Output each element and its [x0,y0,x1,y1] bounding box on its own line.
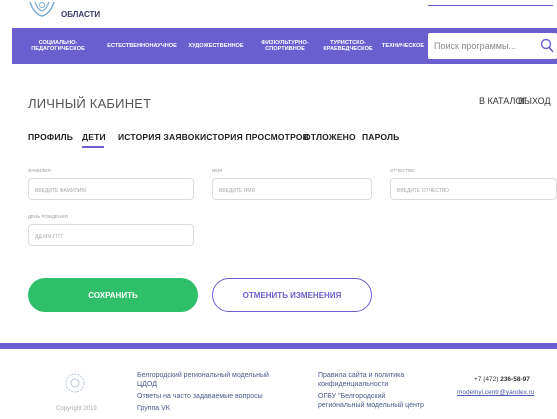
nav-item-technical[interactable]: ТЕХНИЧЕСКОЕ [374,28,432,64]
top-link[interactable] [428,0,553,6]
footer-link-privacy[interactable]: конфиденциальности [318,380,388,389]
nav-label: ТУРИСТСКО- КРАЕВЕДЧЕСКОЕ [323,39,373,53]
footer-link-faq[interactable]: Ответы на часто задаваемые вопросы [137,392,263,401]
footer-link-ogbu-cont[interactable]: региональный модельный центр [318,401,424,410]
region-text: ОБЛАСТИ [61,10,101,19]
name-field-wrapper [212,178,372,201]
footer-link-vk[interactable]: Группа VK [137,404,170,413]
footer-link-center[interactable]: Белгородский региональный модельный [137,371,269,380]
cancel-changes-button[interactable]: ОТМЕНИТЬ ИЗМЕНЕНИЯ [212,278,372,312]
nav-item-tourism[interactable]: ТУРИСТСКО- КРАЕВЕДЧЕСКОЕ [316,28,380,64]
birthday-label: ДЕНЬ РОЖДЕНИЯ [28,214,68,219]
patronymic-input[interactable] [391,181,556,201]
search-box [428,33,557,59]
phone-prefix: +7 (472) [474,376,501,383]
footer-link-rules[interactable]: Правила сайта и политика [318,371,404,380]
birthday-input[interactable] [29,227,193,247]
birthday-field-wrapper [28,224,194,247]
nav-label: ТЕХНИЧЕСКОЕ [381,42,425,49]
nav-label: ЕСТЕСТВЕННОНАУЧНОЕ [107,42,177,49]
top-bar: ОБЛАСТИ [0,0,557,28]
surname-label: ФАМИЛИЯ [28,168,51,173]
nav-item-science[interactable]: ЕСТЕСТВЕННОНАУЧНОЕ [102,28,182,64]
patronymic-label: ОТЧЕСТВО [390,168,415,173]
nav-item-social[interactable]: СОЦИАЛЬНО- ПЕДАГОГИЧЕСКОЕ [20,28,96,64]
region-logo-icon[interactable] [28,0,56,22]
page-title: ЛИЧНЫЙ КАБИНЕТ [28,96,152,111]
logout-link[interactable]: ВЫХОД [518,96,551,106]
surname-input[interactable] [29,181,193,201]
nav-label: ХУДОЖЕСТВЕННОЕ [188,42,244,49]
tab-profile[interactable]: ПРОФИЛЬ [28,132,73,142]
active-tab-indicator [82,146,104,148]
footer-phone: +7 (472) 236-58-97 [474,376,530,383]
tab-view-history[interactable]: ИСТОРИЯ ПРОСМОТРОВ [200,132,309,142]
footer-email-link[interactable]: modelnyi.centr@yandex.ru [457,389,534,396]
nav-label: ФИЗКУЛЬТУРНО- СПОРТИВНОЕ [261,39,309,53]
save-button[interactable]: СОХРАНИТЬ [28,278,198,312]
surname-field-wrapper [28,178,194,201]
name-label: ИМЯ [212,168,223,173]
search-input[interactable] [434,33,534,59]
search-icon[interactable] [540,38,554,54]
tab-children[interactable]: ДЕТИ [82,132,106,142]
tab-saved[interactable]: ОТЛОЖЕНО [304,132,356,142]
nav-item-art[interactable]: ХУДОЖЕСТВЕННОЕ [186,28,246,64]
phone-number: 236-58-97 [500,376,530,383]
nav-item-sport[interactable]: ФИЗКУЛЬТУРНО- СПОРТИВНОЕ [250,28,320,64]
footer-logo-icon [65,373,85,393]
tab-application-history[interactable]: ИСТОРИЯ ЗАЯВОК [118,132,200,142]
patronymic-field-wrapper [390,178,557,201]
name-input[interactable] [213,181,371,201]
footer-link-ogbu[interactable]: ОГБУ "Белгородский [318,392,385,401]
nav-label: СОЦИАЛЬНО- ПЕДАГОГИЧЕСКОЕ [31,39,85,53]
tab-password[interactable]: ПАРОЛЬ [362,132,399,142]
footer-link-center-abbr[interactable]: ЦДОД [137,380,157,389]
copyright-text: Copyright 2019 [56,406,97,412]
